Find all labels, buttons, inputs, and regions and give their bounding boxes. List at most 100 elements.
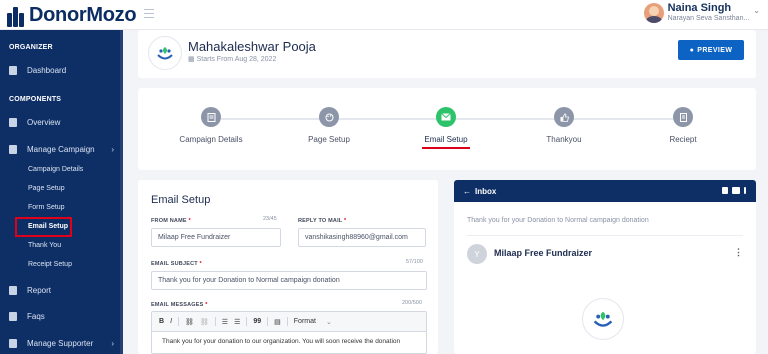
- preview-button[interactable]: ● PREVIEW: [678, 40, 744, 60]
- reply-to-field[interactable]: vanshikasingh88960@gmail.com: [298, 228, 426, 247]
- step-thankyou[interactable]: Thankyou: [514, 107, 614, 144]
- page-title: Mahakaleshwar Pooja: [188, 39, 316, 54]
- horizontal-rule-icon[interactable]: ▤: [274, 318, 281, 326]
- sidebar-item-dashboard[interactable]: Dashboard: [9, 66, 114, 75]
- step-label: Email Setup: [424, 135, 468, 144]
- sidebar-item-label: Manage Campaign: [27, 145, 95, 154]
- sidebar-item-label: Manage Supporter: [27, 339, 94, 348]
- inbox-title: Inbox: [475, 186, 497, 196]
- unlink-icon[interactable]: ⛓: [200, 318, 209, 326]
- step-email-setup[interactable]: Email Setup: [396, 107, 496, 149]
- email-subject-label-text: EMAIL SUBJECT: [151, 261, 198, 267]
- from-name-field[interactable]: Milaap Free Fundraizer: [151, 228, 281, 247]
- preview-label: PREVIEW: [697, 46, 733, 54]
- from-name-label: FROM NAME *: [151, 218, 191, 224]
- sender-name: Milaap Free Fundraizer: [494, 248, 593, 258]
- palette-icon: [319, 107, 339, 127]
- step-page-setup[interactable]: Page Setup: [279, 107, 379, 144]
- envelope-icon: [436, 107, 456, 127]
- sidebar-item-label: Dashboard: [27, 66, 67, 75]
- brand-logo[interactable]: DonorMozo: [6, 4, 137, 27]
- back-arrow-icon[interactable]: ←: [463, 187, 471, 196]
- bold-button[interactable]: B: [159, 318, 164, 325]
- avatar: [643, 2, 664, 23]
- sidebar-item-faqs[interactable]: Faqs: [9, 312, 114, 321]
- calendar-icon: ▦: [188, 56, 195, 63]
- home-icon: [9, 66, 17, 75]
- campaign-logo: [148, 36, 182, 70]
- toolbar-divider: [214, 317, 216, 326]
- inbox-actions: [722, 187, 746, 194]
- form-title: Email Setup: [151, 194, 211, 206]
- active-step-underline: [422, 147, 470, 149]
- email-subject-field[interactable]: Thank you for your Donation to Normal ca…: [151, 271, 427, 290]
- link-icon[interactable]: ⛓: [185, 318, 194, 326]
- messages-counter: 200/500: [402, 300, 422, 306]
- user-name: Naina Singh: [667, 2, 732, 14]
- sender-avatar: Y: [467, 244, 487, 264]
- chevron-down-icon[interactable]: ⌄: [753, 6, 760, 15]
- message-body[interactable]: Thank you for your donation to our organ…: [152, 332, 426, 351]
- charity-hands-icon: [593, 311, 613, 327]
- italic-button[interactable]: I: [170, 318, 172, 325]
- sidebar-item-manage-campaign[interactable]: Manage Campaign ›: [9, 145, 114, 154]
- sidebar: ORGANIZER Dashboard COMPONENTS Overview …: [0, 30, 123, 354]
- start-date-text: Starts From Aug 28, 2022: [196, 56, 277, 63]
- chevron-down-icon: ⌄: [325, 318, 332, 326]
- step-receipt[interactable]: Reciept: [633, 107, 733, 144]
- email-subject-label: EMAIL SUBJECT *: [151, 261, 202, 267]
- trash-icon[interactable]: [722, 187, 728, 194]
- user-menu[interactable]: Naina Singh Narayan Seva Sansthan... ⌄: [643, 2, 760, 23]
- sidebar-scrollbar[interactable]: [120, 30, 123, 354]
- section-components: COMPONENTS: [9, 96, 62, 103]
- divider: [467, 235, 743, 236]
- thumbs-up-icon: [554, 107, 574, 127]
- reply-to-label: REPLY TO MAIL *: [298, 218, 347, 224]
- subitem-form-setup[interactable]: Form Setup: [28, 204, 65, 211]
- section-organizer: ORGANIZER: [9, 44, 53, 51]
- document-icon: [201, 107, 221, 127]
- sidebar-item-report[interactable]: Report: [9, 286, 114, 295]
- faq-icon: [9, 312, 17, 321]
- numbered-list-icon[interactable]: ☰: [222, 318, 228, 326]
- from-name-counter: 23/45: [263, 216, 277, 222]
- editor-toolbar: B I ⛓ ⛓ ☰ ☰ 99 ▤ Format ⌄: [152, 312, 426, 332]
- campaign-start-date: ▦ Starts From Aug 28, 2022: [188, 55, 276, 63]
- email-setup-highlight: [15, 217, 72, 237]
- toolbar-divider: [246, 317, 248, 326]
- chevron-right-icon: ›: [111, 339, 114, 348]
- inbox-subject: Thank you for your Donation to Normal ca…: [467, 217, 649, 224]
- format-dropdown[interactable]: Format ⌄: [294, 318, 332, 326]
- supporter-icon: [9, 339, 17, 348]
- setup-steps: Campaign Details Page Setup Email Setup …: [138, 88, 756, 170]
- blockquote-button[interactable]: 99: [253, 318, 261, 325]
- toolbar-divider: [178, 317, 180, 326]
- from-name-label-text: FROM NAME: [151, 218, 187, 224]
- step-campaign-details[interactable]: Campaign Details: [161, 107, 261, 144]
- sidebar-item-overview[interactable]: Overview: [9, 118, 114, 127]
- step-label: Campaign Details: [179, 135, 243, 144]
- bulleted-list-icon[interactable]: ☰: [234, 318, 240, 326]
- inbox-preview: ← Inbox Thank you for your Donation to N…: [454, 180, 756, 354]
- more-vertical-icon[interactable]: [744, 187, 746, 194]
- eye-icon: ●: [689, 46, 695, 54]
- more-vertical-icon[interactable]: ⋮: [734, 247, 743, 258]
- subject-counter: 57/100: [406, 259, 423, 265]
- step-label: Thankyou: [546, 135, 582, 144]
- sidebar-item-label: Faqs: [27, 312, 45, 321]
- campaign-logo: [582, 298, 624, 340]
- menu-toggle-icon[interactable]: [144, 9, 154, 18]
- toolbar-divider: [267, 317, 269, 326]
- subitem-thank-you[interactable]: Thank You: [28, 242, 61, 249]
- message-editor: B I ⛓ ⛓ ☰ ☰ 99 ▤ Format ⌄ Thank you for y…: [151, 311, 427, 354]
- email-messages-label: EMAIL MESSAGES *: [151, 302, 208, 308]
- subitem-campaign-details[interactable]: Campaign Details: [28, 166, 83, 173]
- subitem-receipt-setup[interactable]: Receipt Setup: [28, 261, 72, 268]
- subitem-page-setup[interactable]: Page Setup: [28, 185, 65, 192]
- sidebar-item-label: Overview: [27, 118, 61, 127]
- mail-icon[interactable]: [732, 187, 740, 194]
- sidebar-item-label: Report: [27, 286, 52, 295]
- receipt-icon: [673, 107, 693, 127]
- sidebar-item-manage-supporter[interactable]: Manage Supporter ›: [9, 339, 114, 348]
- campaign-header: Mahakaleshwar Pooja ▦ Starts From Aug 28…: [138, 30, 756, 78]
